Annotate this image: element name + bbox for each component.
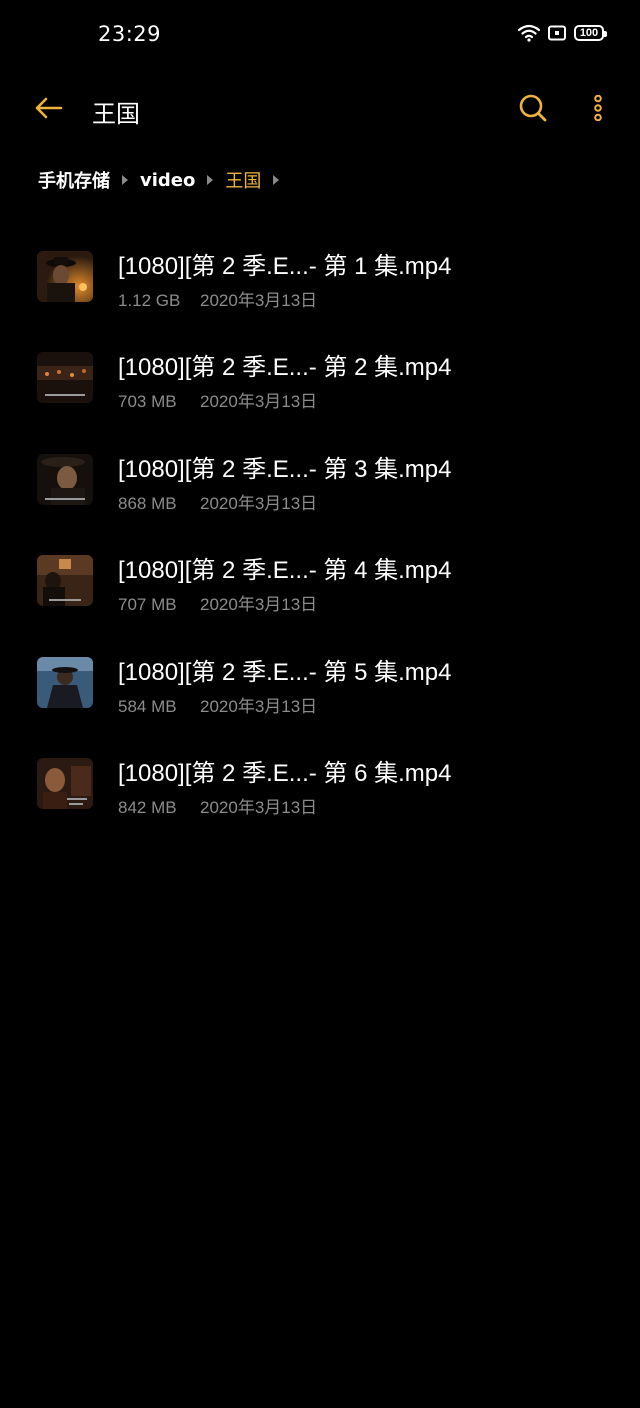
- breadcrumb-item-phone-storage[interactable]: 手机存储: [38, 167, 110, 193]
- file-size: 584 MB: [118, 696, 177, 716]
- app-header: 王国: [0, 80, 640, 140]
- file-name: [1080][第 2 季.E...- 第 4 集.mp4: [118, 557, 452, 585]
- status-bar: 23:29 100: [0, 0, 640, 72]
- more-options-button[interactable]: [584, 92, 612, 128]
- wifi-icon: [518, 24, 540, 42]
- file-meta: 584 MB 2020年3月13日: [118, 692, 317, 717]
- video-thumbnail: [37, 352, 93, 404]
- status-time: 23:29: [98, 22, 162, 46]
- video-thumbnail: [37, 555, 93, 607]
- file-date: 2020年3月13日: [200, 392, 318, 412]
- file-meta: 703 MB 2020年3月13日: [118, 387, 317, 412]
- file-meta: 707 MB 2020年3月13日: [118, 590, 317, 615]
- status-icons: 100: [518, 24, 607, 42]
- file-date: 2020年3月13日: [200, 493, 318, 513]
- file-date: 2020年3月13日: [200, 797, 318, 817]
- file-meta: 868 MB 2020年3月13日: [118, 489, 317, 514]
- file-size: 868 MB: [118, 493, 177, 513]
- search-icon: [518, 93, 548, 127]
- file-size: 707 MB: [118, 595, 177, 615]
- file-name: [1080][第 2 季.E...- 第 3 集.mp4: [118, 455, 452, 483]
- file-list-item[interactable]: [1080][第 2 季.E...- 第 5 集.mp4 584 MB 2020年…: [0, 632, 640, 733]
- file-date: 2020年3月13日: [200, 291, 318, 310]
- video-thumbnail: [37, 656, 93, 708]
- file-list-item[interactable]: [1080][第 2 季.E...- 第 4 集.mp4 707 MB 2020年…: [0, 530, 640, 631]
- chevron-right-icon: [207, 175, 214, 185]
- file-date: 2020年3月13日: [200, 696, 318, 716]
- file-date: 2020年3月13日: [200, 595, 318, 615]
- file-list-item[interactable]: [1080][第 2 季.E...- 第 3 集.mp4 868 MB 2020年…: [0, 429, 640, 530]
- file-size: 703 MB: [118, 392, 177, 412]
- file-list-item[interactable]: [1080][第 2 季.E...- 第 1 集.mp4 1.12 GB 2020…: [0, 226, 640, 327]
- file-meta: 842 MB 2020年3月13日: [118, 793, 317, 818]
- chevron-right-icon: [273, 175, 280, 185]
- file-name: [1080][第 2 季.E...- 第 2 集.mp4: [118, 354, 452, 382]
- file-meta: 1.12 GB 2020年3月13日: [118, 286, 317, 311]
- nfc-icon: [548, 25, 566, 41]
- video-thumbnail: [37, 453, 93, 505]
- arrow-left-icon: [33, 96, 63, 124]
- file-name: [1080][第 2 季.E...- 第 5 集.mp4: [118, 658, 452, 686]
- page-title: 王国: [92, 100, 140, 128]
- file-list: [1080][第 2 季.E...- 第 1 集.mp4 1.12 GB 2020…: [0, 226, 640, 834]
- video-thumbnail: [37, 757, 93, 809]
- battery-icon: 100: [574, 25, 607, 41]
- file-list-item[interactable]: [1080][第 2 季.E...- 第 2 集.mp4 703 MB 2020年…: [0, 327, 640, 428]
- breadcrumb-item-current[interactable]: 王国: [225, 167, 261, 193]
- back-button[interactable]: [30, 92, 66, 128]
- video-thumbnail: [37, 251, 93, 302]
- file-name: [1080][第 2 季.E...- 第 6 集.mp4: [118, 759, 452, 787]
- search-button[interactable]: [515, 92, 551, 128]
- file-list-item[interactable]: [1080][第 2 季.E...- 第 6 集.mp4 842 MB 2020年…: [0, 733, 640, 834]
- file-size: 842 MB: [118, 797, 177, 817]
- chevron-right-icon: [122, 175, 128, 185]
- breadcrumb-item-video[interactable]: video: [140, 170, 195, 191]
- more-vertical-icon: [593, 94, 603, 125]
- file-size: 1.12 GB: [118, 291, 181, 310]
- breadcrumb: 手机存储 video 王国: [38, 166, 291, 194]
- file-name: [1080][第 2 季.E...- 第 1 集.mp4: [118, 253, 452, 280]
